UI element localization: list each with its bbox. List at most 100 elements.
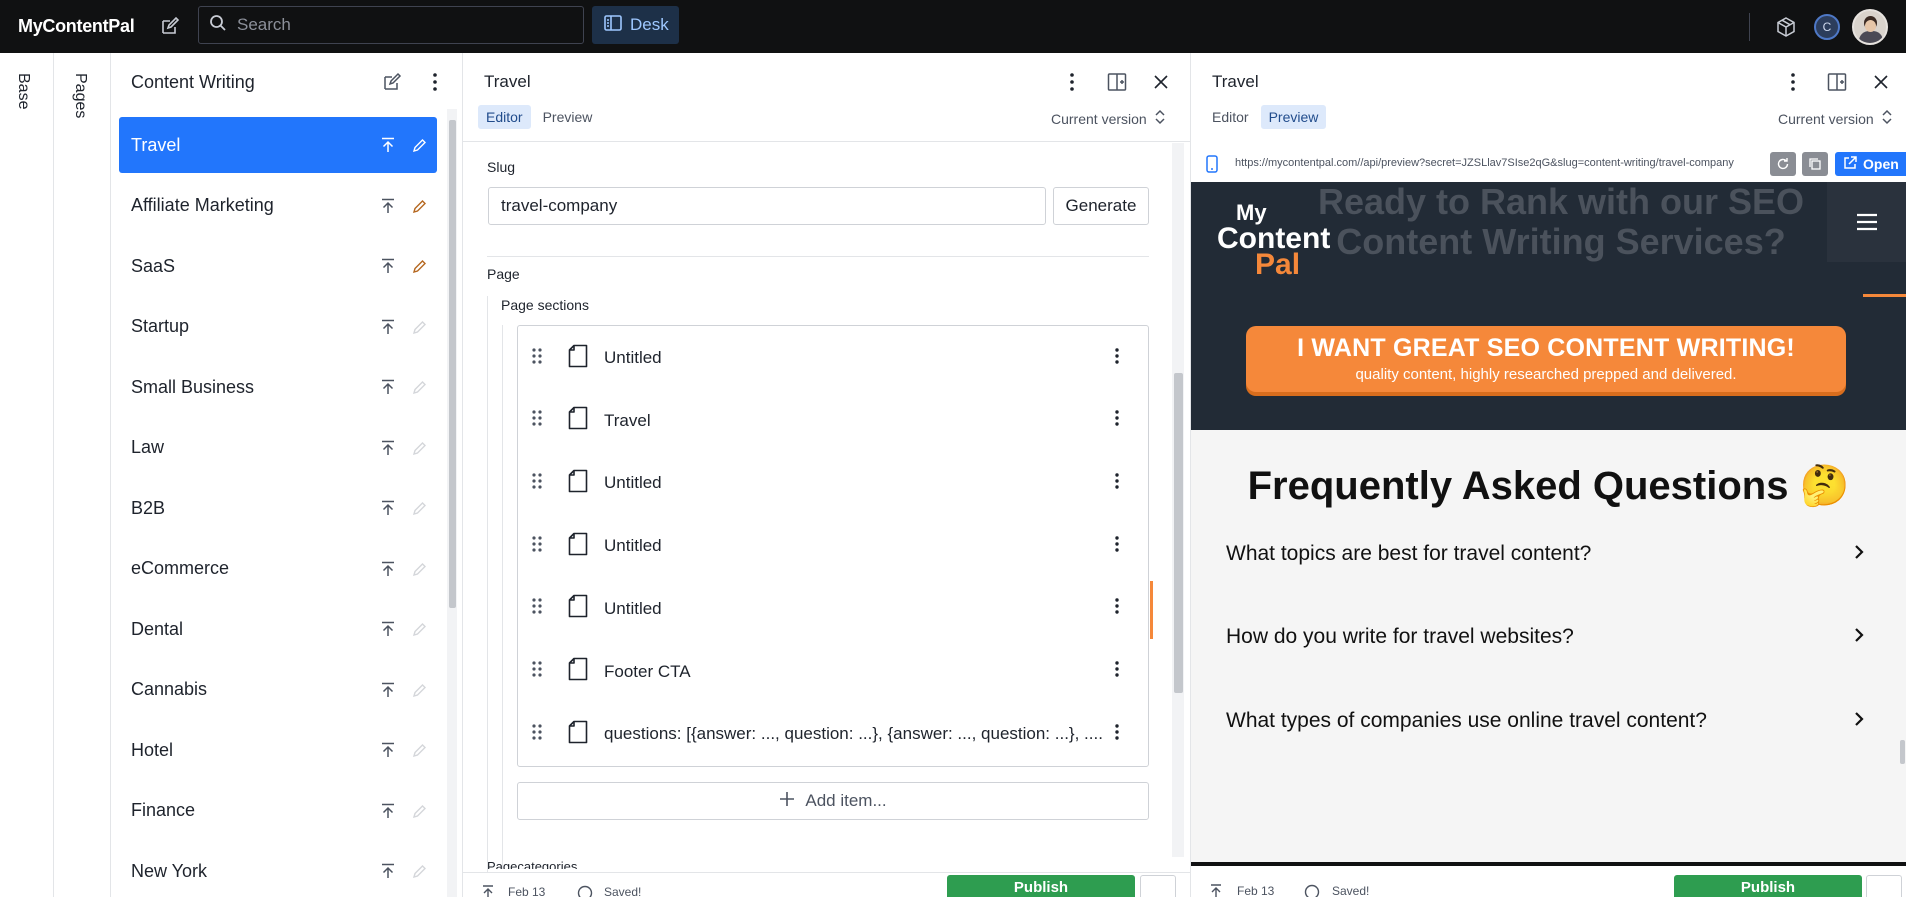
section-item[interactable]: Untitled [518,515,1148,577]
close-icon[interactable] [1866,67,1896,97]
more-vertical-icon[interactable] [420,67,450,97]
more-vertical-icon[interactable] [1114,597,1120,620]
drag-handle-icon[interactable] [532,409,542,432]
rail-pages[interactable]: Pages [54,53,111,897]
section-item[interactable]: questions: [{answer: ..., question: ...}… [518,703,1148,765]
publish-icon[interactable] [381,198,395,219]
tab-editor[interactable]: Editor [478,105,531,129]
more-vertical-icon[interactable] [1114,660,1120,683]
list-item[interactable]: Cannabis [119,662,437,718]
avatar[interactable] [1852,8,1888,45]
cta-button[interactable]: I WANT GREAT SEO CONTENT WRITING! qualit… [1246,326,1846,392]
publish-icon[interactable] [381,621,395,642]
publish-icon[interactable] [381,682,395,703]
open-button[interactable]: Open [1835,152,1906,176]
publish-icon[interactable] [381,863,395,884]
pencil-icon[interactable] [412,742,427,763]
drag-handle-icon[interactable] [532,723,542,746]
close-icon[interactable] [1146,67,1176,97]
pencil-icon[interactable] [412,621,427,642]
more-vertical-icon[interactable] [1114,347,1120,370]
copy-icon[interactable] [1802,152,1828,176]
publish-icon[interactable] [381,803,395,824]
rail-base[interactable]: Base [0,53,54,897]
app-brand[interactable]: MyContentPal [18,16,155,37]
publish-icon[interactable] [381,561,395,582]
publish-icon[interactable] [381,379,395,400]
preview-url[interactable]: https://mycontentpal.com//api/preview?se… [1235,157,1734,169]
refresh-icon[interactable] [1770,152,1796,176]
pencil-icon[interactable] [412,319,427,340]
generate-button[interactable]: Generate [1053,187,1149,225]
pencil-icon[interactable] [412,137,427,158]
drag-handle-icon[interactable] [532,660,542,683]
list-item[interactable]: SaaS [119,238,437,294]
list-item[interactable]: New York [119,843,437,897]
section-item[interactable]: Untitled [518,327,1148,389]
more-vertical-icon[interactable] [1057,67,1087,97]
drag-handle-icon[interactable] [532,347,542,370]
more-vertical-icon[interactable] [1778,67,1808,97]
drag-handle-icon[interactable] [532,597,542,620]
rail-pages-label[interactable]: Pages [71,73,89,118]
list-item[interactable]: Startup [119,299,437,355]
pencil-icon[interactable] [412,198,427,219]
mobile-device-icon[interactable] [1199,152,1225,176]
pencil-icon[interactable] [412,561,427,582]
list-item[interactable]: B2B [119,480,437,536]
list-item[interactable]: Travel [119,117,437,173]
faq-item[interactable]: How do you write for travel websites? [1226,625,1876,649]
more-vertical-icon[interactable] [1114,535,1120,558]
compose-icon[interactable] [156,12,184,40]
pencil-icon[interactable] [412,863,427,884]
desk-button[interactable]: Desk [592,6,679,44]
list-scrollbar-thumb[interactable] [449,120,456,608]
publish-menu-button[interactable] [1866,875,1902,897]
package-icon[interactable] [1772,13,1800,41]
pencil-icon[interactable] [412,379,427,400]
more-vertical-icon[interactable] [1114,409,1120,432]
pencil-icon[interactable] [412,803,427,824]
publish-icon[interactable] [381,440,395,461]
faq-item[interactable]: What topics are best for travel content? [1226,542,1876,566]
publish-icon[interactable] [381,742,395,763]
faq-item[interactable]: What types of companies use online trave… [1226,709,1876,733]
list-item[interactable]: Small Business [119,359,437,415]
publish-icon[interactable] [381,258,395,279]
pencil-icon[interactable] [412,258,427,279]
more-vertical-icon[interactable] [1114,472,1120,495]
split-pane-icon[interactable] [1822,67,1852,97]
list-item[interactable]: Affiliate Marketing [119,178,437,234]
pencil-icon[interactable] [412,440,427,461]
pencil-icon[interactable] [412,682,427,703]
section-item[interactable]: Untitled [518,578,1148,640]
user-initial-badge[interactable]: C [1814,13,1840,40]
hamburger-menu-icon[interactable] [1827,182,1906,262]
more-vertical-icon[interactable] [1114,723,1120,746]
tab-preview[interactable]: Preview [1260,105,1327,129]
section-item[interactable]: Untitled [518,452,1148,514]
split-pane-icon[interactable] [1102,67,1132,97]
editor-scrollbar-thumb[interactable] [1174,373,1183,693]
list-item[interactable]: eCommerce [119,541,437,597]
list-item[interactable]: Dental [119,601,437,657]
section-item[interactable]: Travel [518,390,1148,452]
site-logo[interactable]: My Content Pal [1217,200,1330,280]
slug-input[interactable] [488,187,1046,225]
publish-icon[interactable] [381,319,395,340]
section-item[interactable]: Footer CTA [518,641,1148,703]
publish-icon[interactable] [381,137,395,158]
publish-button[interactable]: Publish [947,875,1135,897]
version-select[interactable]: Current version [1778,109,1892,128]
rail-base-label[interactable]: Base [14,73,32,109]
list-item[interactable]: Law [119,420,437,476]
new-document-icon[interactable] [377,67,407,97]
list-item[interactable]: Finance [119,783,437,839]
search-input[interactable] [237,15,567,35]
list-item[interactable]: Hotel [119,722,437,778]
pencil-icon[interactable] [412,500,427,521]
site-scrollbar-thumb[interactable] [1900,740,1905,764]
add-item-button[interactable]: Add item... [517,782,1149,820]
drag-handle-icon[interactable] [532,472,542,495]
publish-icon[interactable] [381,500,395,521]
